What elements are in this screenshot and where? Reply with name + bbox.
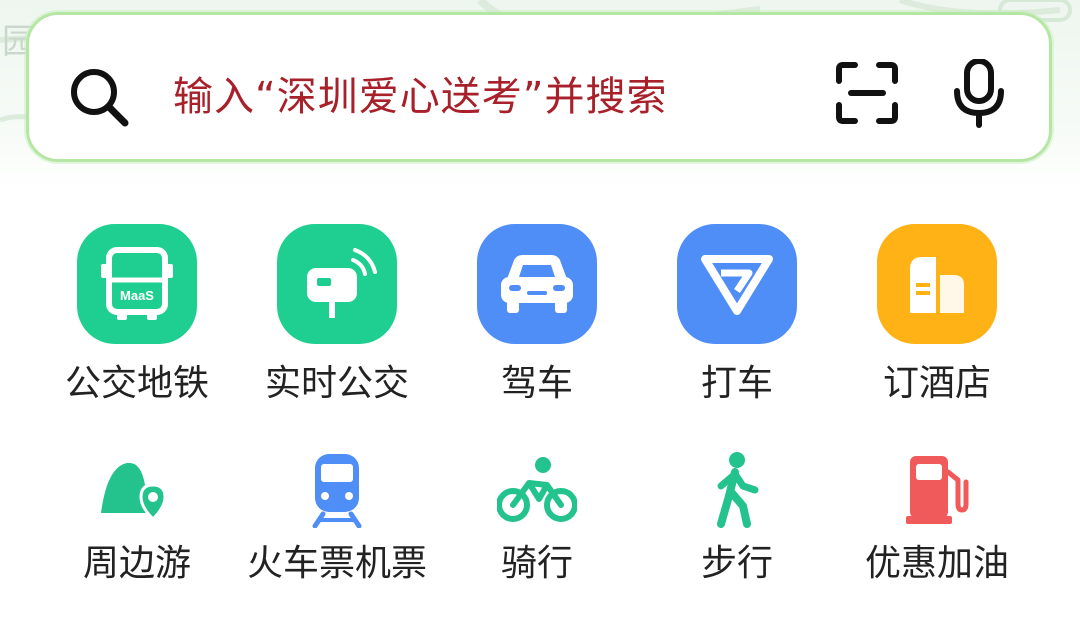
primary-services-row: MaaS 公交地铁 实时公交 驾车 打车 订酒店 bbox=[0, 224, 1080, 406]
service-label: 驾车 bbox=[500, 363, 573, 404]
service-label: 订酒店 bbox=[882, 363, 991, 404]
app-screen: 园 输入“深圳爱心送考”并搜索 MaaS 公交地铁 实时公交 驾车 打车 订酒店… bbox=[0, 0, 1080, 617]
microphone-icon[interactable] bbox=[951, 58, 1007, 129]
service-drive[interactable]: 驾车 bbox=[437, 224, 637, 406]
service-label: 火车票机票 bbox=[246, 543, 427, 584]
service-label: 周边游 bbox=[82, 543, 191, 584]
train-icon[interactable] bbox=[292, 450, 382, 530]
mountain-pin-icon[interactable] bbox=[92, 450, 182, 530]
search-input[interactable]: 输入“深圳爱心送考”并搜索 bbox=[173, 73, 667, 121]
service-taxi[interactable]: 打车 bbox=[637, 224, 837, 406]
fuel-pump-icon[interactable] bbox=[892, 450, 982, 530]
service-walking[interactable]: 步行 bbox=[637, 450, 837, 586]
maas-badge: MaaS bbox=[120, 288, 154, 303]
bus-stop-signal-icon[interactable] bbox=[277, 224, 397, 344]
hotel-building-icon[interactable] bbox=[877, 224, 997, 344]
service-label: 步行 bbox=[700, 543, 773, 584]
cycling-icon[interactable] bbox=[492, 450, 582, 530]
service-hotel[interactable]: 订酒店 bbox=[837, 224, 1037, 406]
service-train-flight[interactable]: 火车票机票 bbox=[237, 450, 437, 586]
secondary-services-row: 周边游 火车票机票 骑行 步行 优惠加油 bbox=[0, 450, 1080, 586]
bus-icon[interactable]: MaaS bbox=[77, 224, 197, 344]
walking-icon[interactable] bbox=[692, 450, 782, 530]
car-icon[interactable] bbox=[477, 224, 597, 344]
search-icon[interactable] bbox=[67, 65, 131, 129]
scan-icon[interactable] bbox=[835, 61, 899, 125]
service-fuel-discount[interactable]: 优惠加油 bbox=[837, 450, 1037, 586]
service-label: 优惠加油 bbox=[864, 543, 1009, 584]
service-label: 公交地铁 bbox=[64, 363, 209, 404]
service-label: 实时公交 bbox=[264, 363, 409, 404]
service-label: 打车 bbox=[700, 363, 773, 404]
search-bar[interactable]: 输入“深圳爱心送考”并搜索 bbox=[26, 12, 1052, 162]
taxi-logo-icon[interactable] bbox=[677, 224, 797, 344]
service-cycling[interactable]: 骑行 bbox=[437, 450, 637, 586]
service-nearby-travel[interactable]: 周边游 bbox=[37, 450, 237, 586]
service-bus-metro[interactable]: MaaS 公交地铁 bbox=[37, 224, 237, 406]
service-label: 骑行 bbox=[500, 543, 573, 584]
service-realtime-bus[interactable]: 实时公交 bbox=[237, 224, 437, 406]
